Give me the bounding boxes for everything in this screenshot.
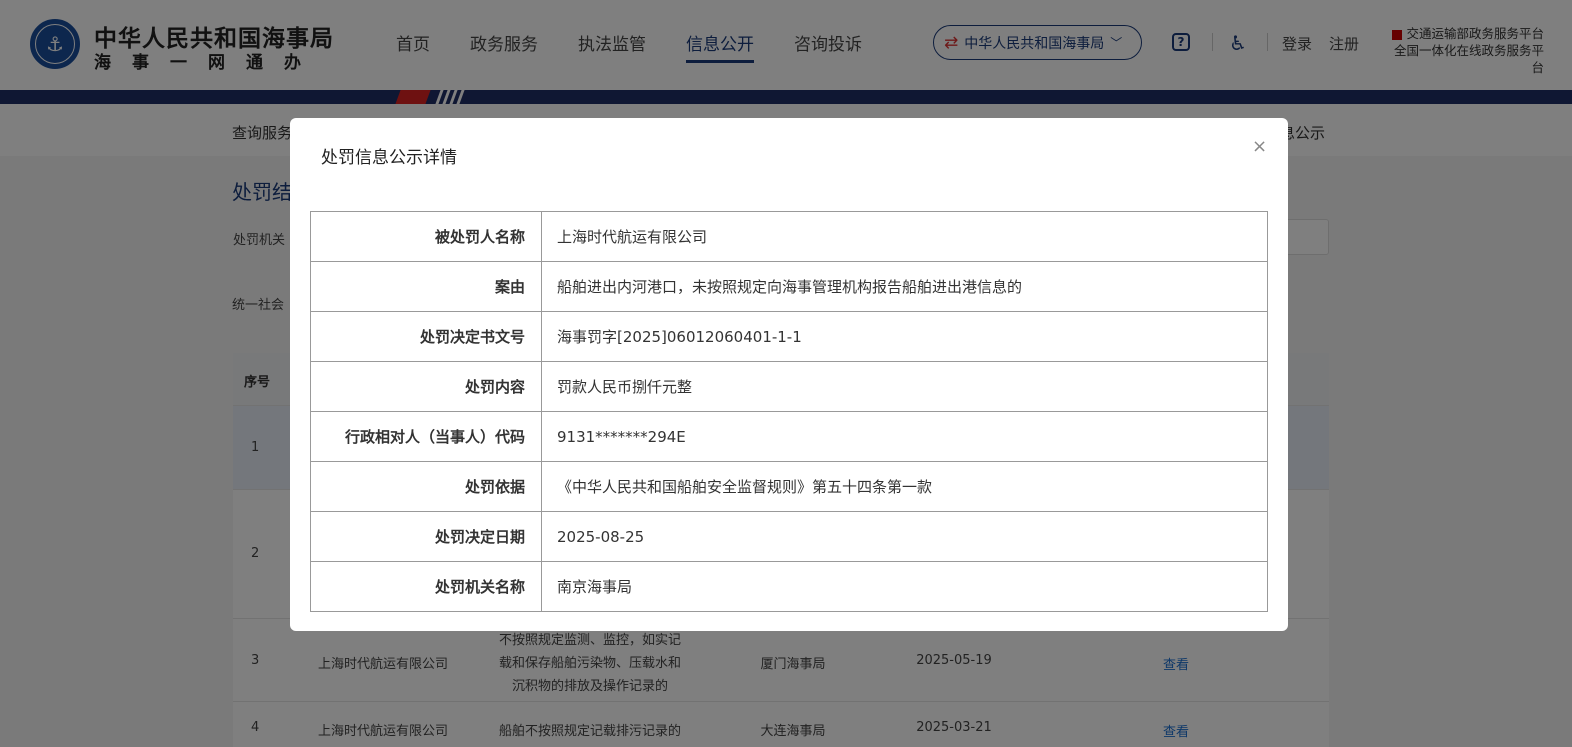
modal-title: 处罚信息公示详情 [321, 148, 457, 168]
detail-label: 处罚内容 [310, 361, 542, 412]
detail-row: 处罚依据 《中华人民共和国船舶安全监督规则》第五十四条第一款 [310, 461, 1268, 512]
detail-row: 被处罚人名称 上海时代航运有限公司 [310, 211, 1268, 262]
detail-table: 被处罚人名称 上海时代航运有限公司 案由 船舶进出内河港口，未按照规定向海事管理… [310, 211, 1268, 612]
detail-row: 处罚机关名称 南京海事局 [310, 561, 1268, 612]
detail-value: 船舶进出内河港口，未按照规定向海事管理机构报告船舶进出港信息的 [541, 261, 1268, 312]
detail-label: 处罚依据 [310, 461, 542, 512]
detail-row: 处罚决定书文号 海事罚字[2025]06012060401-1-1 [310, 311, 1268, 362]
detail-label: 案由 [310, 261, 542, 312]
detail-label: 行政相对人（当事人）代码 [310, 411, 542, 462]
detail-value: 南京海事局 [541, 561, 1268, 612]
detail-label: 处罚机关名称 [310, 561, 542, 612]
detail-row: 处罚内容 罚款人民币捌仟元整 [310, 361, 1268, 412]
detail-value: 9131*******294E [541, 411, 1268, 462]
detail-label: 被处罚人名称 [310, 211, 542, 262]
close-icon[interactable]: × [1252, 136, 1267, 157]
detail-value: 上海时代航运有限公司 [541, 211, 1268, 262]
detail-label: 处罚决定书文号 [310, 311, 542, 362]
detail-row: 处罚决定日期 2025-08-25 [310, 511, 1268, 562]
penalty-detail-modal: 处罚信息公示详情 × 被处罚人名称 上海时代航运有限公司 案由 船舶进出内河港口… [290, 118, 1288, 631]
detail-row: 行政相对人（当事人）代码 9131*******294E [310, 411, 1268, 462]
detail-value: 2025-08-25 [541, 511, 1268, 562]
detail-value: 罚款人民币捌仟元整 [541, 361, 1268, 412]
detail-value: 海事罚字[2025]06012060401-1-1 [541, 311, 1268, 362]
detail-label: 处罚决定日期 [310, 511, 542, 562]
detail-row: 案由 船舶进出内河港口，未按照规定向海事管理机构报告船舶进出港信息的 [310, 261, 1268, 312]
detail-value: 《中华人民共和国船舶安全监督规则》第五十四条第一款 [541, 461, 1268, 512]
